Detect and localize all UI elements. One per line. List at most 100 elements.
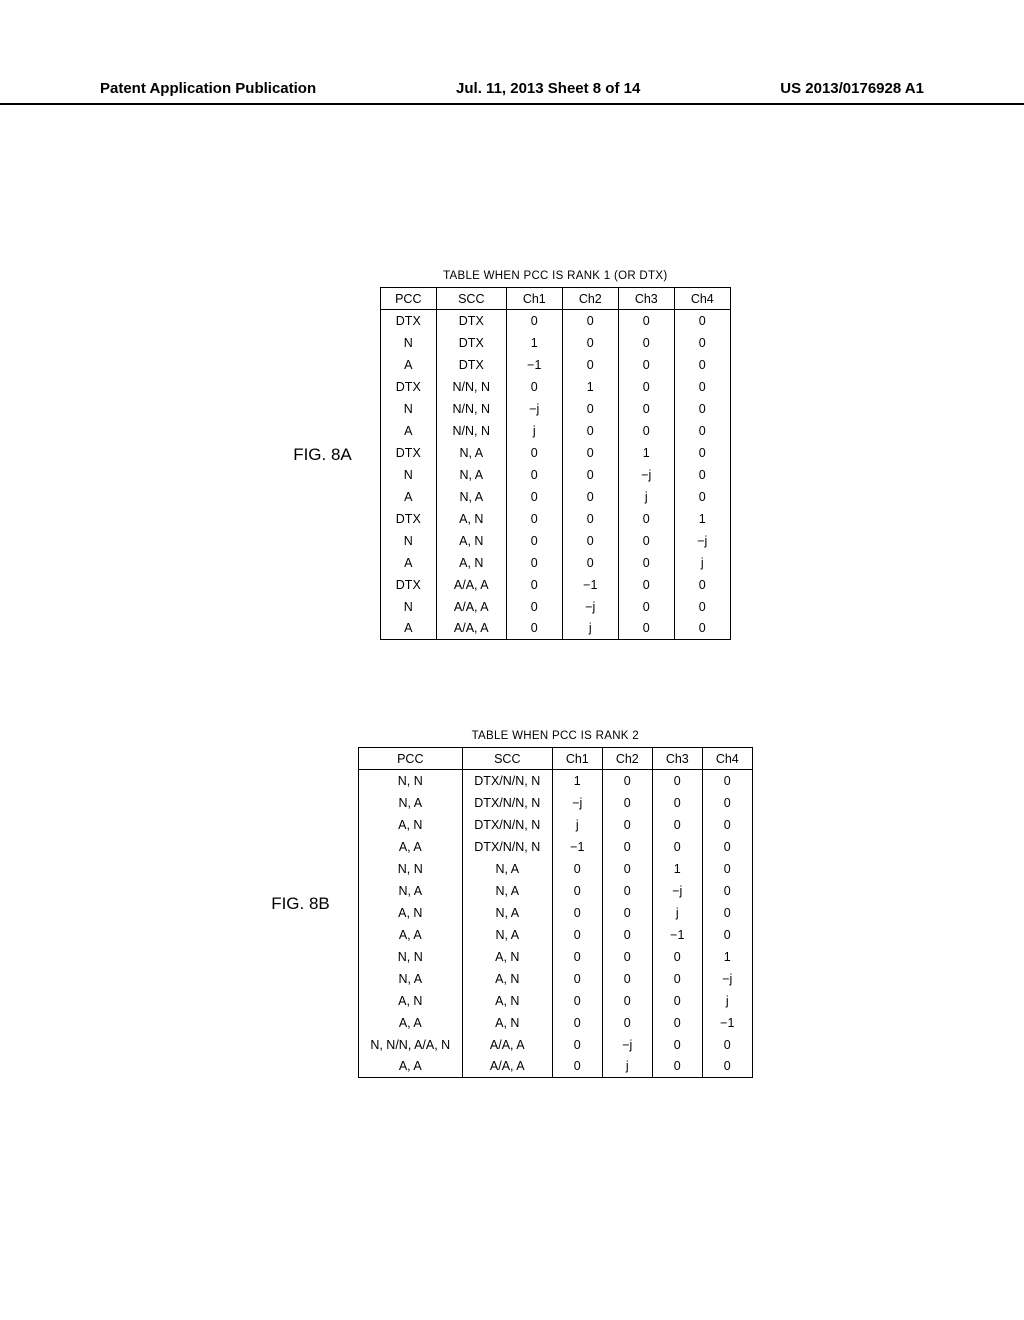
table-cell: 1 bbox=[674, 508, 730, 530]
table-cell: −j bbox=[652, 880, 702, 902]
table-cell: 0 bbox=[674, 464, 730, 486]
table-cell: 0 bbox=[674, 310, 730, 332]
content-area: FIG. 8A TABLE WHEN PCC IS RANK 1 (OR DTX… bbox=[0, 270, 1024, 1320]
table-cell: −1 bbox=[652, 924, 702, 946]
table-header-cell: PCC bbox=[380, 288, 436, 310]
table-cell: DTX bbox=[380, 376, 436, 398]
table-row: N, AA, N000−j bbox=[358, 968, 752, 990]
table-cell: A, N bbox=[436, 552, 506, 574]
table-cell: 0 bbox=[674, 618, 730, 640]
table-cell: 0 bbox=[552, 968, 602, 990]
table-cell: DTX bbox=[380, 574, 436, 596]
table-cell: A, N bbox=[462, 990, 552, 1012]
table-cell: 0 bbox=[618, 574, 674, 596]
table-row: AN, A00j0 bbox=[380, 486, 730, 508]
table-cell: 0 bbox=[652, 770, 702, 792]
table-cell: 0 bbox=[618, 530, 674, 552]
table-cell: 0 bbox=[602, 968, 652, 990]
table-cell: 0 bbox=[652, 968, 702, 990]
table-cell: −j bbox=[506, 398, 562, 420]
table-cell: −1 bbox=[702, 1012, 752, 1034]
figure-8b-table: PCCSCCCh1Ch2Ch3Ch4 N, NDTX/N/N, N1000N, … bbox=[358, 747, 753, 1078]
table-cell: 0 bbox=[552, 880, 602, 902]
table-cell: 1 bbox=[618, 442, 674, 464]
table-cell: 1 bbox=[652, 858, 702, 880]
table-cell: A/A, A bbox=[436, 596, 506, 618]
table-cell: A, N bbox=[436, 530, 506, 552]
table-cell: 0 bbox=[618, 376, 674, 398]
page-header: Patent Application Publication Jul. 11, … bbox=[0, 80, 1024, 105]
table-row: N, N/N, A/A, NA/A, A0−j00 bbox=[358, 1034, 752, 1056]
header-right: US 2013/0176928 A1 bbox=[780, 80, 924, 97]
table-cell: N, A bbox=[436, 442, 506, 464]
table-cell: N bbox=[380, 398, 436, 420]
table-cell: A, N bbox=[358, 902, 462, 924]
table-row: NN, A00−j0 bbox=[380, 464, 730, 486]
table-cell: N, A bbox=[462, 858, 552, 880]
table-cell: 0 bbox=[652, 1056, 702, 1078]
table-cell: 0 bbox=[562, 398, 618, 420]
table-cell: 0 bbox=[702, 792, 752, 814]
table-cell: 0 bbox=[652, 1012, 702, 1034]
table-cell: 0 bbox=[652, 990, 702, 1012]
table-row: DTXN/N, N0100 bbox=[380, 376, 730, 398]
table-cell: 0 bbox=[506, 464, 562, 486]
table-cell: 0 bbox=[552, 1012, 602, 1034]
table-cell: 0 bbox=[702, 770, 752, 792]
table-header-cell: Ch2 bbox=[602, 748, 652, 770]
table-cell: N/N, N bbox=[436, 420, 506, 442]
table-row: AA/A, A0j00 bbox=[380, 618, 730, 640]
table-cell: −j bbox=[552, 792, 602, 814]
table-cell: 0 bbox=[552, 1034, 602, 1056]
table-cell: 0 bbox=[506, 376, 562, 398]
table-cell: 0 bbox=[618, 596, 674, 618]
table-cell: 0 bbox=[506, 618, 562, 640]
table-cell: N, N bbox=[358, 858, 462, 880]
table-header-cell: SCC bbox=[462, 748, 552, 770]
table-cell: N, N bbox=[358, 770, 462, 792]
table-cell: 0 bbox=[674, 596, 730, 618]
table-cell: 0 bbox=[618, 398, 674, 420]
table-cell: N, A bbox=[436, 486, 506, 508]
table-cell: 0 bbox=[652, 1034, 702, 1056]
table-cell: N, A bbox=[462, 880, 552, 902]
table-cell: DTX/N/N, N bbox=[462, 770, 552, 792]
table-cell: 0 bbox=[552, 902, 602, 924]
table-cell: N bbox=[380, 530, 436, 552]
table-cell: A, A bbox=[358, 924, 462, 946]
table-cell: 0 bbox=[652, 946, 702, 968]
table-cell: 0 bbox=[562, 508, 618, 530]
table-cell: j bbox=[552, 814, 602, 836]
table-cell: −1 bbox=[506, 354, 562, 376]
table-cell: 0 bbox=[602, 814, 652, 836]
table-cell: 0 bbox=[602, 924, 652, 946]
table-cell: 0 bbox=[506, 310, 562, 332]
table-cell: 0 bbox=[506, 442, 562, 464]
table-cell: 0 bbox=[618, 618, 674, 640]
table-cell: j bbox=[652, 902, 702, 924]
table-cell: 0 bbox=[702, 1056, 752, 1078]
table-cell: 0 bbox=[562, 332, 618, 354]
table-cell: 0 bbox=[602, 1012, 652, 1034]
table-cell: N, N bbox=[358, 946, 462, 968]
table-row: N, NN, A0010 bbox=[358, 858, 752, 880]
table-cell: N, N/N, A/A, N bbox=[358, 1034, 462, 1056]
table-cell: 1 bbox=[702, 946, 752, 968]
table-cell: 0 bbox=[702, 880, 752, 902]
table-cell: 0 bbox=[602, 792, 652, 814]
table-header-cell: PCC bbox=[358, 748, 462, 770]
table-cell: N, A bbox=[436, 464, 506, 486]
table-row: N, AN, A00−j0 bbox=[358, 880, 752, 902]
table-cell: 0 bbox=[702, 924, 752, 946]
table-row: DTXDTX0000 bbox=[380, 310, 730, 332]
table-cell: 0 bbox=[562, 552, 618, 574]
table-row: A, NA, N000j bbox=[358, 990, 752, 1012]
table-cell: 0 bbox=[552, 924, 602, 946]
figure-8b-caption: TABLE WHEN PCC IS RANK 2 bbox=[472, 730, 639, 742]
table-cell: A, N bbox=[358, 990, 462, 1012]
table-cell: N/N, N bbox=[436, 376, 506, 398]
table-cell: 0 bbox=[506, 530, 562, 552]
figure-8a-block: FIG. 8A TABLE WHEN PCC IS RANK 1 (OR DTX… bbox=[0, 270, 1024, 640]
table-header-cell: Ch4 bbox=[702, 748, 752, 770]
table-cell: 0 bbox=[506, 574, 562, 596]
